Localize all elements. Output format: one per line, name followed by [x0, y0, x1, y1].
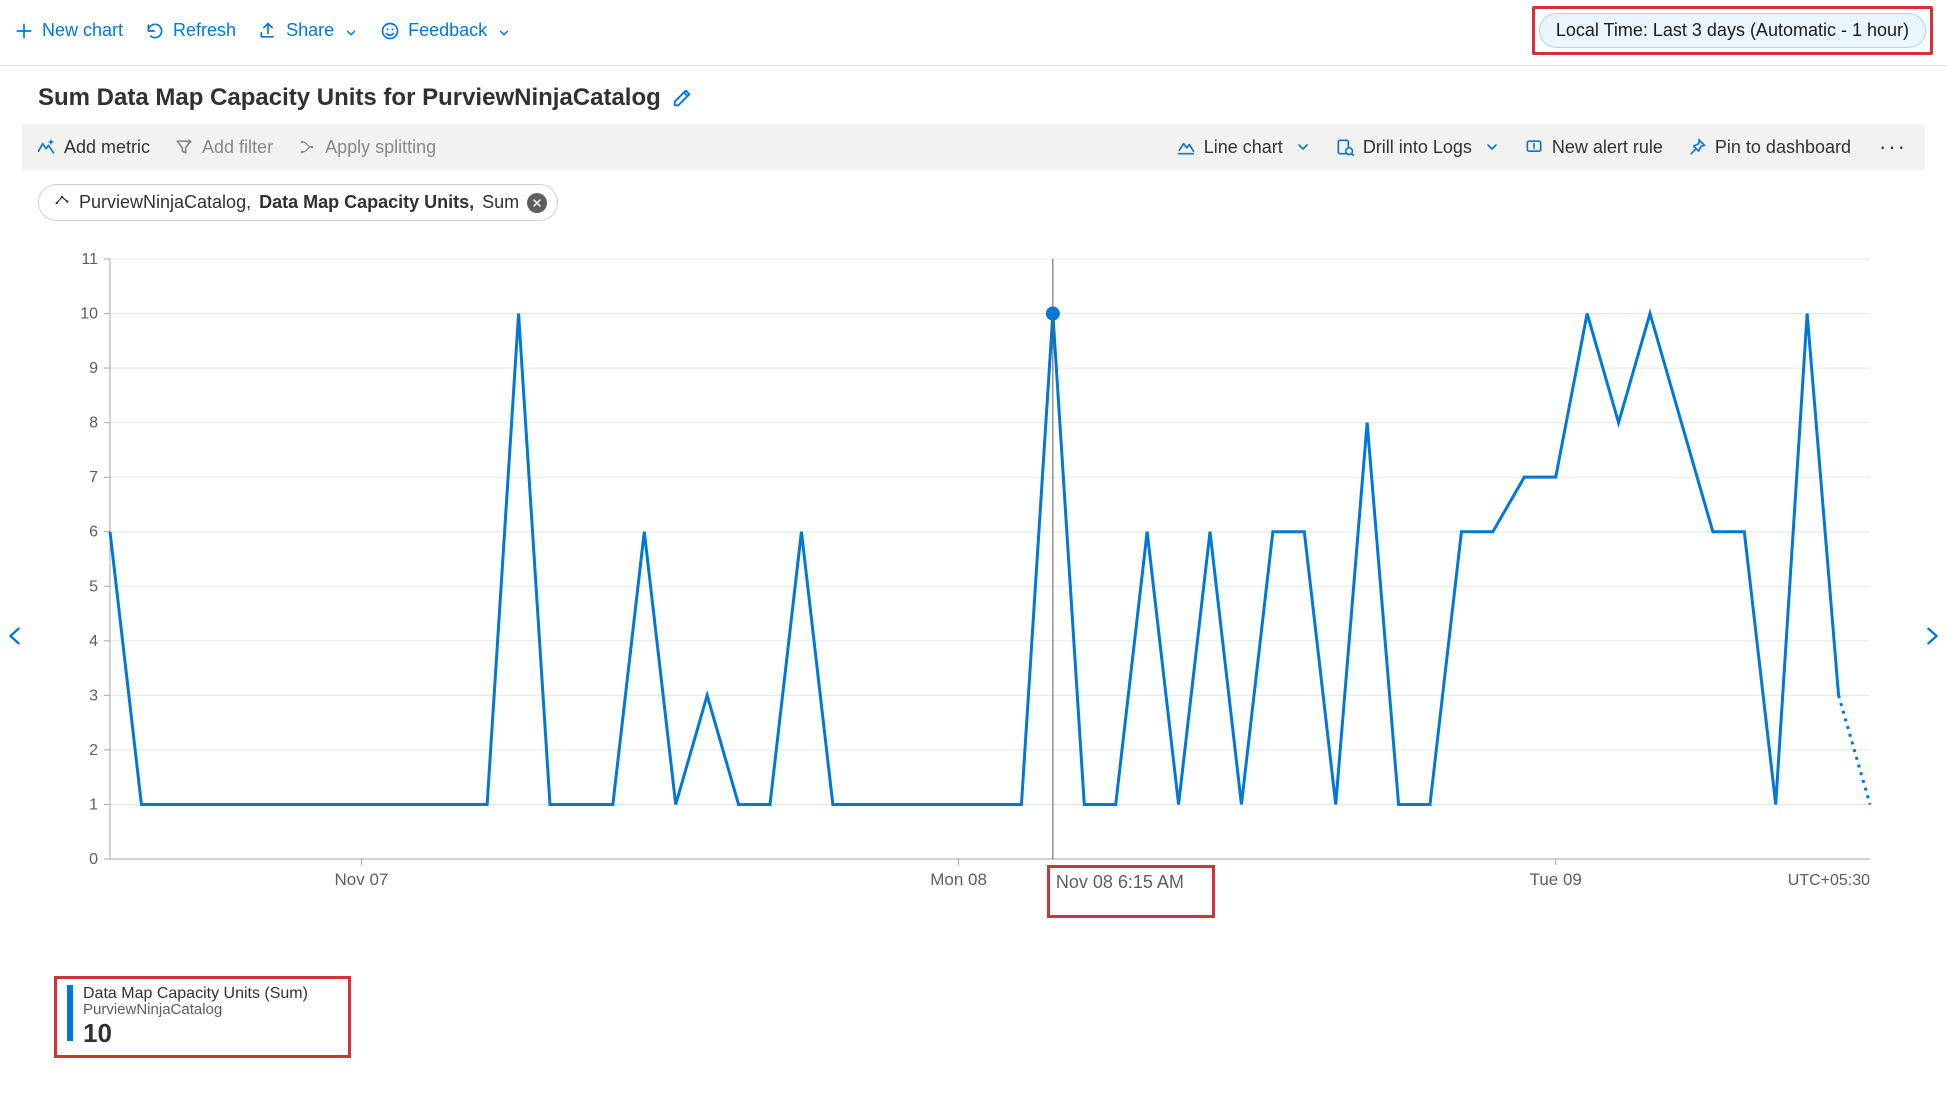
time-range-highlight: Local Time: Last 3 days (Automatic - 1 h…	[1532, 6, 1933, 55]
feedback-label: Feedback	[408, 20, 487, 41]
pin-dashboard-label: Pin to dashboard	[1715, 137, 1851, 158]
svg-text:2: 2	[89, 742, 98, 759]
splitting-icon	[297, 137, 317, 157]
chevron-down-icon	[497, 24, 511, 38]
refresh-label: Refresh	[173, 20, 236, 41]
svg-text:6: 6	[89, 524, 98, 541]
time-range-button[interactable]: Local Time: Last 3 days (Automatic - 1 h…	[1539, 13, 1926, 48]
metric-toolbar-left: Add metric Add filter Apply splitting	[36, 137, 436, 158]
legend-subtitle: PurviewNinjaCatalog	[83, 1001, 308, 1018]
command-bar: New chart Refresh Share Feedback	[0, 0, 1947, 66]
chart-title: Sum Data Map Capacity Units for PurviewN…	[38, 84, 661, 112]
legend-text: Data Map Capacity Units (Sum) PurviewNin…	[83, 985, 308, 1049]
new-chart-button[interactable]: New chart	[14, 20, 123, 41]
svg-text:4: 4	[89, 633, 98, 650]
svg-text:11: 11	[81, 251, 98, 268]
edit-title-button[interactable]	[671, 87, 693, 109]
command-bar-left: New chart Refresh Share Feedback	[14, 20, 511, 41]
svg-text:Tue 09: Tue 09	[1530, 870, 1582, 889]
new-alert-rule-button[interactable]: New alert rule	[1524, 137, 1663, 158]
filter-icon	[174, 137, 194, 157]
svg-text:UTC+05:30: UTC+05:30	[1788, 872, 1870, 889]
pin-dashboard-button[interactable]: Pin to dashboard	[1687, 137, 1851, 158]
svg-text:8: 8	[89, 415, 98, 432]
alert-icon	[1524, 137, 1544, 157]
svg-text:9: 9	[89, 360, 98, 377]
pin-icon	[1687, 137, 1707, 157]
metric-toolbar: Add metric Add filter Apply splitting Li…	[22, 124, 1925, 170]
add-metric-button[interactable]: Add metric	[36, 137, 150, 158]
metric-series-icon	[53, 191, 71, 214]
chart-area: 0 1 2 3 4 5 6 7 8 9 10 11 Nov 07 Mon 08 Tue 09 UTC+05:3…	[40, 249, 1907, 929]
time-next-button[interactable]	[1921, 620, 1943, 652]
chevron-down-icon	[1295, 139, 1311, 155]
refresh-button[interactable]: Refresh	[145, 20, 236, 41]
logs-icon	[1335, 137, 1355, 157]
chevron-down-icon	[1484, 139, 1500, 155]
feedback-button[interactable]: Feedback	[380, 20, 511, 41]
share-button[interactable]: Share	[258, 20, 358, 41]
legend-value: 10	[83, 1018, 308, 1049]
metric-chip-row: PurviewNinjaCatalog, Data Map Capacity U…	[0, 170, 1947, 221]
more-menu-button[interactable]: ···	[1875, 134, 1911, 160]
chart-type-label: Line chart	[1204, 137, 1283, 158]
chart-title-row: Sum Data Map Capacity Units for PurviewN…	[0, 66, 1947, 124]
svg-text:3: 3	[89, 687, 98, 704]
new-alert-label: New alert rule	[1552, 137, 1663, 158]
chart-type-button[interactable]: Line chart	[1176, 137, 1311, 158]
drill-into-logs-button[interactable]: Drill into Logs	[1335, 137, 1500, 158]
svg-text:0: 0	[89, 851, 98, 868]
share-icon	[258, 21, 278, 41]
metric-chip-resource: PurviewNinjaCatalog,	[79, 192, 251, 213]
chevron-down-icon	[344, 24, 358, 38]
metric-chip-aggregation: Sum	[482, 192, 519, 213]
new-chart-label: New chart	[42, 20, 123, 41]
add-filter-button[interactable]: Add filter	[174, 137, 273, 158]
metric-toolbar-right: Line chart Drill into Logs New alert rul…	[1176, 134, 1911, 160]
drill-into-logs-label: Drill into Logs	[1363, 137, 1472, 158]
svg-text:5: 5	[89, 578, 98, 595]
svg-text:1: 1	[89, 796, 98, 813]
time-prev-button[interactable]	[4, 620, 26, 652]
legend-card[interactable]: Data Map Capacity Units (Sum) PurviewNin…	[54, 976, 351, 1058]
svg-text:7: 7	[89, 469, 98, 486]
remove-metric-button[interactable]	[527, 193, 547, 213]
svg-text:10: 10	[80, 306, 98, 323]
share-label: Share	[286, 20, 334, 41]
add-filter-label: Add filter	[202, 137, 273, 158]
line-chart-icon	[1176, 137, 1196, 157]
smiley-icon	[380, 21, 400, 41]
plus-icon	[14, 21, 34, 41]
line-chart[interactable]: 0 1 2 3 4 5 6 7 8 9 10 11 Nov 07 Mon 08 Tue 09 UTC+05:3…	[40, 249, 1900, 929]
svg-text:Nov 07: Nov 07	[334, 870, 388, 889]
refresh-icon	[145, 21, 165, 41]
svg-text:Mon 08: Mon 08	[930, 870, 987, 889]
add-metric-label: Add metric	[64, 137, 150, 158]
apply-splitting-button[interactable]: Apply splitting	[297, 137, 436, 158]
metric-chip[interactable]: PurviewNinjaCatalog, Data Map Capacity U…	[38, 184, 558, 221]
legend-color-bar	[67, 985, 73, 1041]
apply-splitting-label: Apply splitting	[325, 137, 436, 158]
metric-chip-metric: Data Map Capacity Units,	[259, 192, 474, 213]
time-range-label: Local Time: Last 3 days (Automatic - 1 h…	[1556, 20, 1909, 40]
metric-icon	[36, 137, 56, 157]
